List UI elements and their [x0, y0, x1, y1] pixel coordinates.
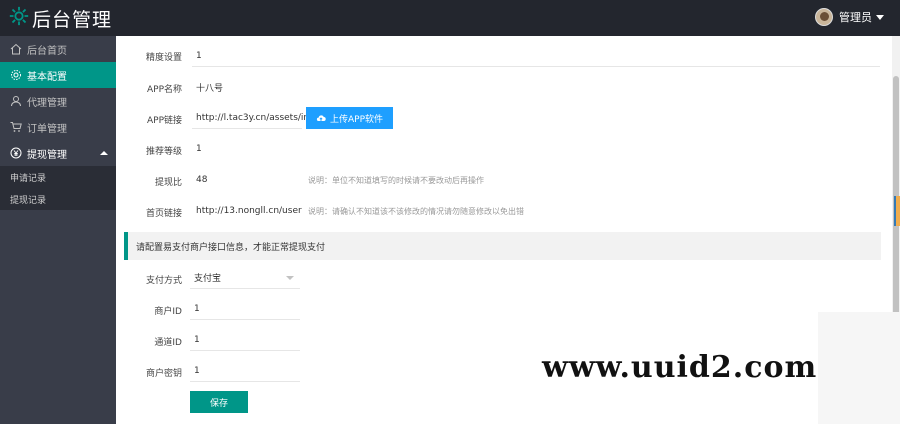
- sidebar-subitem-apply-records[interactable]: 申请记录: [0, 166, 116, 188]
- sidebar-item-label: 后台首页: [27, 45, 67, 57]
- pay-method-value: 支付宝: [194, 274, 222, 284]
- sidebar-subitem-label: 申请记录: [10, 173, 47, 184]
- app-link-input[interactable]: http://l.tac3y.cn/assets/index/: [192, 107, 329, 129]
- upload-app-label: 上传APP软件: [330, 114, 384, 125]
- user-menu[interactable]: 管理员: [815, 8, 884, 26]
- sidebar-item-orders[interactable]: 订单管理: [0, 114, 116, 140]
- home-icon: [10, 43, 22, 55]
- cloud-upload-icon: [316, 115, 326, 121]
- field-label-recommend-level: 推荐等级: [145, 147, 182, 157]
- sidebar-item-withdraw[interactable]: 提现管理: [0, 140, 116, 166]
- yen-icon: [10, 147, 22, 159]
- field-label-pay-method: 支付方式: [145, 276, 182, 286]
- sidebar-item-label: 基本配置: [27, 71, 67, 83]
- sidebar-item-label: 提现管理: [27, 149, 67, 161]
- field-label-merchant-id: 商户ID: [154, 307, 182, 317]
- app-title: 后台管理: [32, 8, 113, 31]
- top-bar: 后台管理 管理员: [0, 0, 900, 36]
- cart-icon: [10, 121, 22, 133]
- upload-app-button[interactable]: 上传APP软件: [306, 107, 394, 129]
- sidebar-item-agents[interactable]: 代理管理: [0, 88, 116, 114]
- chevron-down-icon: [286, 276, 294, 280]
- watermark-backdrop: [818, 312, 900, 424]
- field-label-channel-id: 通道ID: [154, 338, 182, 348]
- sidebar-subitem-withdraw-records[interactable]: 提现记录: [0, 188, 116, 210]
- sidebar-item-label: 代理管理: [27, 97, 67, 109]
- merchant-key-input[interactable]: 1: [190, 360, 300, 382]
- chevron-up-icon: [100, 151, 108, 155]
- field-label-withdraw-ratio: 提现比: [154, 178, 182, 188]
- user-icon: [10, 95, 22, 107]
- withdraw-ratio-hint: 说明：单位不知道填写的时候请不要改动后再操作: [308, 176, 484, 185]
- field-label-precision: 精度设置: [145, 53, 182, 63]
- sidebar-submenu: 申请记录 提现记录: [0, 166, 116, 210]
- field-label-merchant-key: 商户密钥: [145, 369, 182, 379]
- home-link-hint: 说明：请确认不知道该不该修改的情况请勿随意修改以免出错: [308, 207, 524, 216]
- sidebar-item-home[interactable]: 后台首页: [0, 36, 116, 62]
- precision-input[interactable]: 1: [192, 45, 880, 67]
- watermark: www.uuid2.com: [542, 350, 818, 385]
- merchant-id-input[interactable]: 1: [190, 298, 300, 320]
- pay-method-select[interactable]: 支付宝: [190, 267, 300, 289]
- brand[interactable]: 后台管理: [8, 4, 112, 32]
- withdraw-ratio-value[interactable]: 48: [192, 169, 292, 191]
- recommend-level-value[interactable]: 1: [192, 138, 312, 160]
- field-label-app-name: APP名称: [146, 85, 182, 95]
- field-label-app-link: APP链接: [146, 116, 182, 126]
- gear-logo-icon: [8, 5, 30, 31]
- chevron-down-icon: [876, 14, 884, 20]
- sidebar: 后台首页 基本配置 代理管理 订单管理 提现管理 申请记录 提现记录: [0, 36, 116, 424]
- sidebar-subitem-label: 提现记录: [10, 195, 47, 206]
- app-name-value[interactable]: 十八号: [192, 76, 312, 98]
- save-button[interactable]: 保存: [190, 391, 248, 413]
- home-link-value[interactable]: http://13.nongll.cn/user: [192, 200, 302, 222]
- field-label-home-link: 首页链接: [145, 209, 182, 219]
- pay-config-notice: 请配置易支付商户接口信息，才能正常提现支付: [124, 232, 881, 260]
- sidebar-item-basic-config[interactable]: 基本配置: [0, 62, 116, 88]
- user-name: 管理员: [839, 11, 872, 24]
- gear-icon: [10, 69, 22, 81]
- channel-id-input[interactable]: 1: [190, 329, 300, 351]
- sidebar-item-label: 订单管理: [27, 123, 67, 135]
- avatar: [815, 8, 833, 26]
- scroll-marker: [894, 196, 900, 226]
